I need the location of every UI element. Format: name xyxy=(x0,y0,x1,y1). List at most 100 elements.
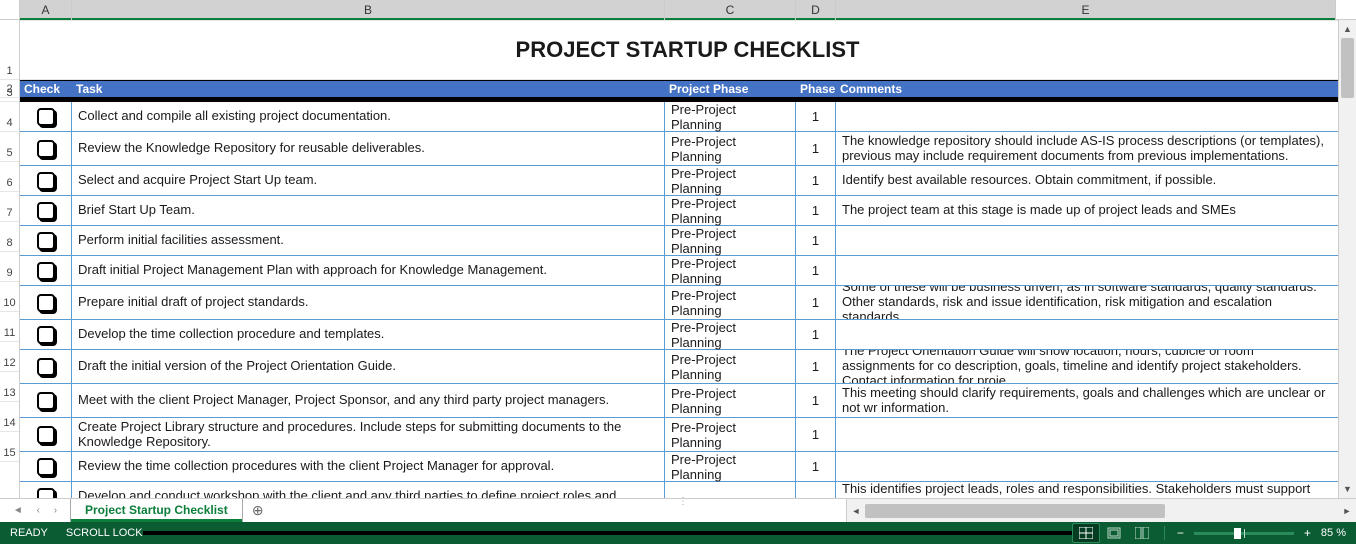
new-sheet-button[interactable]: ⊕ xyxy=(243,499,273,522)
task-cell[interactable]: Prepare initial draft of project standar… xyxy=(72,286,665,319)
comment-cell[interactable] xyxy=(836,102,1336,131)
check-cell[interactable] xyxy=(20,418,72,451)
check-cell[interactable] xyxy=(20,482,72,498)
phasenum-cell[interactable]: 1 xyxy=(796,166,836,195)
check-cell[interactable] xyxy=(20,256,72,285)
row-number[interactable]: 9 xyxy=(0,252,19,282)
row-number[interactable]: 5 xyxy=(0,132,19,162)
comment-cell[interactable]: Identify best available resources. Obtai… xyxy=(836,166,1336,195)
comment-cell[interactable] xyxy=(836,320,1336,349)
checkbox-icon[interactable] xyxy=(37,232,55,250)
check-cell[interactable] xyxy=(20,350,72,383)
check-cell[interactable] xyxy=(20,226,72,255)
col-header-a[interactable]: A xyxy=(20,0,72,19)
checkbox-icon[interactable] xyxy=(37,294,55,312)
tab-nav-buttons[interactable]: ◄ ‹ › xyxy=(0,499,70,522)
tab-next-icon[interactable]: › xyxy=(54,505,57,516)
tab-first-icon[interactable]: ◄ xyxy=(13,505,23,516)
phase-cell[interactable]: Pre-Project Planning xyxy=(665,320,796,349)
hscroll-right-icon[interactable]: ► xyxy=(1338,506,1356,516)
phase-cell[interactable]: Pre-Project Planning xyxy=(665,256,796,285)
zoom-slider-knob[interactable] xyxy=(1234,528,1241,539)
row-number[interactable]: 11 xyxy=(0,312,19,342)
checkbox-icon[interactable] xyxy=(37,202,55,220)
row-number[interactable]: 13 xyxy=(0,372,19,402)
phasenum-cell[interactable]: 1 xyxy=(796,132,836,165)
checkbox-icon[interactable] xyxy=(37,488,55,499)
phase-cell[interactable]: Pre-Project Planning xyxy=(665,226,796,255)
phase-cell[interactable]: Pre-Project Planning xyxy=(665,452,796,481)
phasenum-cell[interactable]: 1 xyxy=(796,286,836,319)
col-header-b[interactable]: B xyxy=(72,0,665,19)
check-cell[interactable] xyxy=(20,452,72,481)
col-header-d[interactable]: D xyxy=(796,0,836,19)
task-cell[interactable]: Brief Start Up Team. xyxy=(72,196,665,225)
phasenum-cell[interactable]: 1 xyxy=(796,226,836,255)
checkbox-icon[interactable] xyxy=(37,140,55,158)
task-cell[interactable]: Develop the time collection procedure an… xyxy=(72,320,665,349)
check-cell[interactable] xyxy=(20,320,72,349)
comment-cell[interactable]: The project team at this stage is made u… xyxy=(836,196,1336,225)
check-cell[interactable] xyxy=(20,166,72,195)
row-number[interactable]: 6 xyxy=(0,162,19,192)
check-cell[interactable] xyxy=(20,132,72,165)
comment-cell[interactable]: The knowledge repository should include … xyxy=(836,132,1336,165)
title-cell[interactable]: PROJECT STARTUP CHECKLIST xyxy=(20,20,1356,80)
phase-cell[interactable]: Pre-Project Planning xyxy=(665,196,796,225)
phase-cell[interactable]: Pre-Project Planning xyxy=(665,102,796,131)
hscroll-left-icon[interactable]: ◄ xyxy=(847,506,865,516)
view-page-layout-button[interactable] xyxy=(1101,524,1127,542)
grid[interactable]: PROJECT STARTUP CHECKLIST Check Task Pro… xyxy=(20,20,1356,498)
vscroll-thumb[interactable] xyxy=(1341,38,1354,98)
col-header-e[interactable]: E xyxy=(836,0,1336,19)
sheet-tab-active[interactable]: Project Startup Checklist xyxy=(70,499,243,522)
phasenum-cell[interactable]: 1 xyxy=(796,452,836,481)
phase-cell[interactable]: Pre-Project Planning xyxy=(665,384,796,417)
col-header-c[interactable]: C xyxy=(665,0,796,19)
task-cell[interactable]: Perform initial facilities assessment. xyxy=(72,226,665,255)
hscroll-thumb[interactable] xyxy=(865,504,1165,518)
row-number[interactable]: 4 xyxy=(0,102,19,132)
phasenum-cell[interactable] xyxy=(796,482,836,498)
task-cell[interactable]: Draft initial Project Management Plan wi… xyxy=(72,256,665,285)
phasenum-cell[interactable]: 1 xyxy=(796,102,836,131)
checkbox-icon[interactable] xyxy=(37,108,55,126)
zoom-level[interactable]: 85 % xyxy=(1321,527,1346,539)
view-page-break-button[interactable] xyxy=(1129,524,1155,542)
row-number[interactable]: 15 xyxy=(0,432,19,462)
zoom-out-button[interactable]: − xyxy=(1173,526,1188,540)
scroll-up-icon[interactable]: ▲ xyxy=(1339,20,1356,38)
tab-splitter-icon[interactable]: ⋮ xyxy=(678,496,689,507)
row-number[interactable]: 7 xyxy=(0,192,19,222)
row-number[interactable]: 8 xyxy=(0,222,19,252)
checkbox-icon[interactable] xyxy=(37,392,55,410)
phase-cell[interactable]: Pre-Project Planning xyxy=(665,132,796,165)
comment-cell[interactable]: The Project Orientation Guide will show … xyxy=(836,350,1336,383)
phase-cell[interactable]: Pre-Project Planning xyxy=(665,350,796,383)
phasenum-cell[interactable]: 1 xyxy=(796,350,836,383)
phasenum-cell[interactable]: 1 xyxy=(796,320,836,349)
checkbox-icon[interactable] xyxy=(37,262,55,280)
row-number[interactable]: 10 xyxy=(0,282,19,312)
task-cell[interactable]: Develop and conduct workshop with the cl… xyxy=(72,482,665,498)
task-cell[interactable]: Create Project Library structure and pro… xyxy=(72,418,665,451)
view-normal-button[interactable] xyxy=(1073,524,1099,542)
task-cell[interactable]: Review the Knowledge Repository for reus… xyxy=(72,132,665,165)
task-cell[interactable]: Draft the initial version of the Project… xyxy=(72,350,665,383)
comment-cell[interactable]: This identifies project leads, roles and… xyxy=(836,482,1336,498)
phasenum-cell[interactable]: 1 xyxy=(796,196,836,225)
comment-cell[interactable]: This meeting should clarify requirements… xyxy=(836,384,1336,417)
check-cell[interactable] xyxy=(20,384,72,417)
check-cell[interactable] xyxy=(20,286,72,319)
scroll-down-icon[interactable]: ▼ xyxy=(1339,480,1356,498)
task-cell[interactable]: Collect and compile all existing project… xyxy=(72,102,665,131)
phase-cell[interactable]: Pre-Project Planning xyxy=(665,286,796,319)
checkbox-icon[interactable] xyxy=(37,326,55,344)
checkbox-icon[interactable] xyxy=(37,172,55,190)
phasenum-cell[interactable]: 1 xyxy=(796,418,836,451)
vertical-scrollbar[interactable]: ▲ ▼ xyxy=(1338,20,1356,498)
comment-cell[interactable] xyxy=(836,452,1336,481)
phasenum-cell[interactable]: 1 xyxy=(796,384,836,417)
phasenum-cell[interactable]: 1 xyxy=(796,256,836,285)
checkbox-icon[interactable] xyxy=(37,426,55,444)
